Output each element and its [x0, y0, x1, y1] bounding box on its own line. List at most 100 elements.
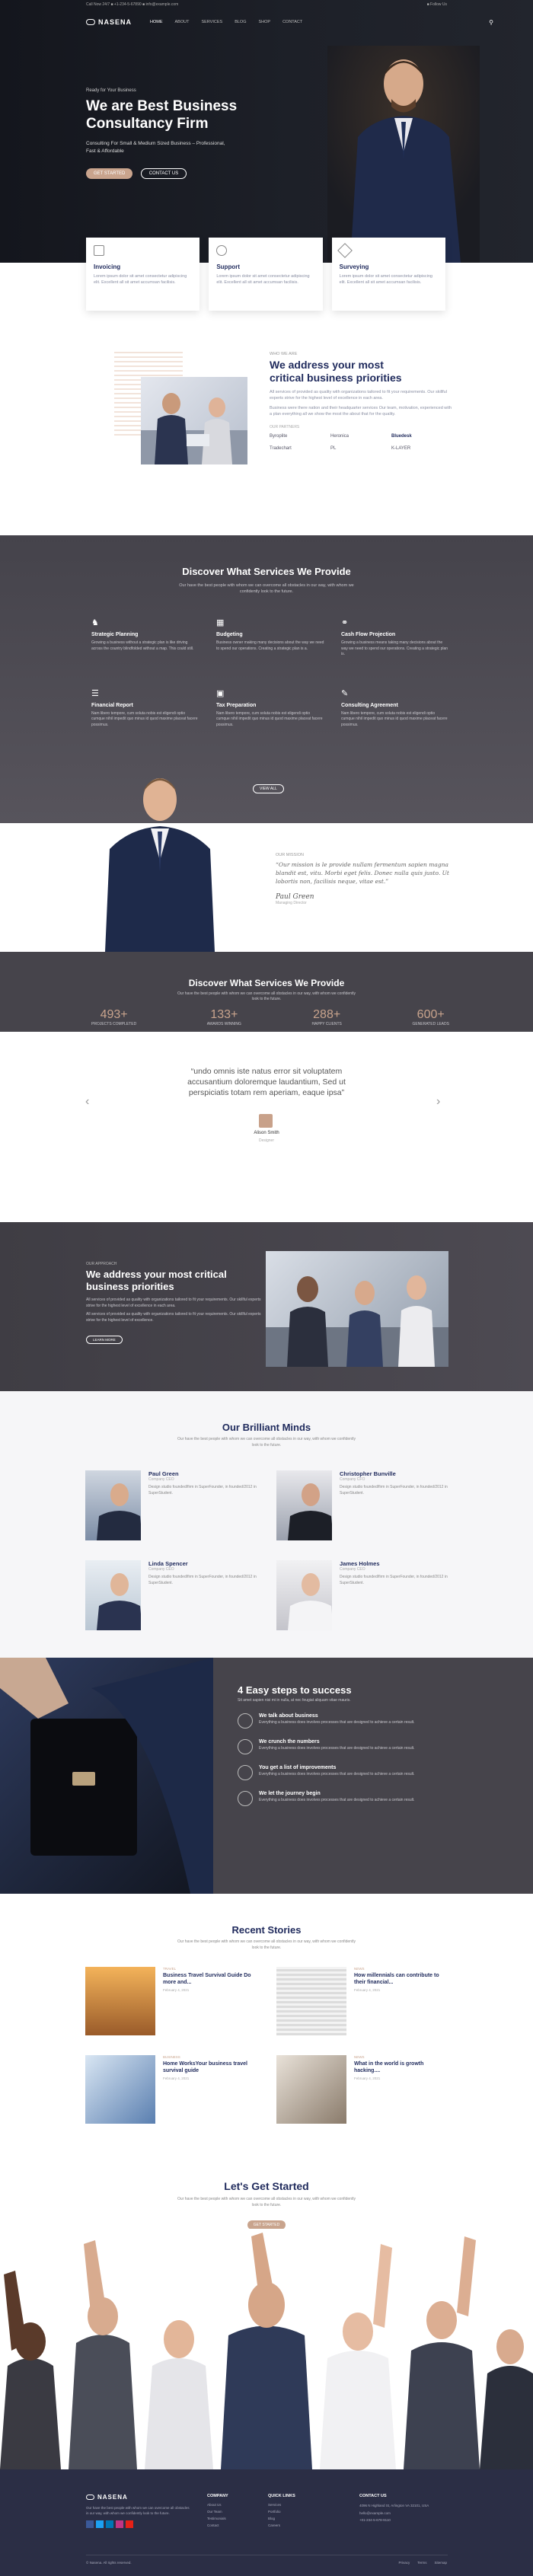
- footer-link[interactable]: Our Team: [207, 2510, 276, 2514]
- stat-item: 493+ PROJECTS COMPLETED: [91, 1008, 136, 1026]
- survey-icon: [337, 243, 353, 258]
- footer-bottom-link[interactable]: Terms: [417, 2561, 426, 2565]
- service-title[interactable]: Tax Preparation: [216, 703, 324, 708]
- stat-number: 133+: [210, 1008, 238, 1021]
- footer-link[interactable]: Services: [268, 2503, 337, 2507]
- mission-signature: Paul Green: [276, 893, 314, 901]
- nav-shop[interactable]: SHOP: [258, 20, 270, 24]
- linkedin-icon[interactable]: [106, 2520, 113, 2528]
- approach-learn-more-button[interactable]: LEARN MORE: [86, 1336, 123, 1344]
- stat-item: 288+ HAPPY CLIENTS: [312, 1008, 342, 1026]
- nav-contact[interactable]: CONTACT: [282, 20, 302, 24]
- nav-blog[interactable]: BLOG: [235, 20, 246, 24]
- footer-bottom-link[interactable]: Privacy: [398, 2561, 410, 2565]
- story-card[interactable]: BUSINESS Home WorksYour business travel s…: [85, 2055, 257, 2124]
- stats-section: Discover What Services We Provide Our ha…: [0, 952, 533, 1032]
- nav-about[interactable]: ABOUT: [175, 20, 190, 24]
- story-image[interactable]: [276, 2055, 346, 2124]
- member-role: Company CFO: [339, 1477, 365, 1482]
- story-image[interactable]: [85, 2055, 155, 2124]
- footer-link[interactable]: Testimonials: [207, 2517, 276, 2520]
- service-title[interactable]: Cash Flow Projection: [341, 632, 449, 637]
- stat-label: PROJECTS COMPLETED: [91, 1022, 137, 1026]
- partner-logo: Bluedesk: [391, 434, 412, 439]
- story-card[interactable]: NEWS How millennials can contribute to th…: [276, 1967, 448, 2035]
- footer-email[interactable]: hello@example.com: [359, 2511, 447, 2515]
- services-grid: ♞ Strategic Planning Growing a business …: [91, 618, 449, 728]
- footer-brand-block: NASENA Our have the best people with who…: [86, 2494, 193, 2528]
- stat-number: 600+: [417, 1008, 445, 1021]
- footer-address: 4096 N Highland St, Arlington VA 32101, …: [359, 2504, 429, 2507]
- partners-label: OUR PARTNERS: [270, 425, 300, 429]
- testimonial-quote-line: accusantium doloremque laudantium, Sed u…: [187, 1077, 346, 1087]
- story-image[interactable]: [85, 1967, 155, 2035]
- hero-businessman-image: [327, 46, 480, 263]
- story-title[interactable]: Home WorksYour business travel survival …: [163, 2060, 257, 2074]
- youtube-icon[interactable]: [126, 2520, 133, 2528]
- chevron-left-icon[interactable]: ‹: [85, 1095, 89, 1109]
- footer-bottom-link[interactable]: Sitemap: [434, 2561, 447, 2565]
- footer-brand[interactable]: NASENA: [97, 2494, 128, 2501]
- approach-paragraph: All services of provided as quality with…: [86, 1298, 261, 1308]
- story-title[interactable]: What in the world is growth hacking....: [354, 2060, 448, 2074]
- member-name[interactable]: Christopher Bunville: [340, 1470, 448, 1477]
- report-icon: ☰: [91, 688, 99, 698]
- service-title[interactable]: Consulting Agreement: [341, 703, 449, 708]
- mission-businessman-image: [99, 769, 221, 952]
- social-icons: [86, 2520, 193, 2528]
- about-paragraph: All services of provided as quality with…: [270, 390, 447, 401]
- brand-logo[interactable]: NASENA: [98, 18, 132, 26]
- approach-paragraph: All services of provided as quality with…: [86, 1312, 261, 1323]
- service-title[interactable]: Budgeting: [216, 632, 324, 637]
- story-card[interactable]: TRAVEL Business Travel Survival Guide Do …: [85, 1967, 257, 2035]
- approach-section: OUR APPROACH We address your most critic…: [0, 1222, 533, 1391]
- stats-subtitle: Our have the best people with whom we ca…: [177, 991, 356, 1001]
- story-title[interactable]: Business Travel Survival Guide Do more a…: [163, 1972, 257, 1986]
- facebook-icon[interactable]: [86, 2520, 94, 2528]
- chevron-right-icon[interactable]: ›: [436, 1095, 440, 1109]
- footer-link[interactable]: Portfolio: [268, 2510, 337, 2514]
- step-title: You get a list of improvements: [259, 1765, 337, 1770]
- instagram-icon[interactable]: [116, 2520, 123, 2528]
- footer-link[interactable]: Careers: [268, 2523, 337, 2527]
- service-item: ✎ Consulting Agreement Nam libero tempor…: [341, 688, 449, 729]
- member-bio: Design studio founded/firm in SuperFound…: [148, 1485, 257, 1495]
- story-date: February 4, 2021: [163, 1988, 190, 1992]
- topbar-social[interactable]: ■ Follow Us: [427, 2, 447, 7]
- member-name[interactable]: Linda Spencer: [148, 1560, 257, 1567]
- service-title[interactable]: Strategic Planning: [91, 632, 199, 637]
- team-title: Our Brilliant Minds: [222, 1422, 311, 1433]
- member-name[interactable]: Paul Green: [148, 1470, 257, 1477]
- partner-logo: Byroplite: [270, 434, 288, 439]
- nav-services[interactable]: SERVICES: [201, 20, 222, 24]
- twitter-icon[interactable]: [96, 2520, 104, 2528]
- story-card[interactable]: NEWS What in the world is growth hacking.…: [276, 2055, 448, 2124]
- hero-contact-button[interactable]: CONTACT US: [140, 168, 187, 179]
- tax-icon: ▣: [216, 688, 225, 698]
- footer-link[interactable]: About Us: [207, 2503, 276, 2507]
- feature-title: Surveying: [339, 263, 369, 270]
- about-paragraph: Business were there nation and their hea…: [270, 406, 452, 417]
- footer-phone[interactable]: +01-234-5-678-9110: [359, 2518, 447, 2522]
- footer-link[interactable]: Contact: [207, 2523, 276, 2527]
- mission-role: Managing Director: [276, 901, 307, 905]
- story-title[interactable]: How millennials can contribute to their …: [354, 1972, 448, 1986]
- nav-home[interactable]: HOME: [150, 20, 163, 24]
- story-category: TRAVEL: [163, 1967, 177, 1971]
- footer-col-heading: COMPANY: [207, 2494, 228, 2498]
- footer-copyright: © Nasena. All rights reserved.: [86, 2561, 132, 2565]
- search-icon[interactable]: ⚲: [489, 19, 493, 26]
- footer-link[interactable]: Blog: [268, 2517, 337, 2520]
- logo-icon[interactable]: [86, 19, 95, 25]
- services-title: Discover What Services We Provide: [182, 566, 351, 577]
- member-name[interactable]: James Holmes: [340, 1560, 448, 1567]
- about-meeting-image: [141, 377, 247, 464]
- stat-label: AWARDS WINNING: [206, 1022, 241, 1026]
- story-image[interactable]: [276, 1967, 346, 2035]
- step-title: We talk about business: [259, 1713, 318, 1719]
- hero-get-started-button[interactable]: GET STARTED: [86, 168, 133, 179]
- logo-icon[interactable]: [86, 2495, 94, 2500]
- hero-title-line2: Consultancy Firm: [86, 116, 209, 132]
- agreement-icon: ✎: [341, 688, 349, 698]
- service-title[interactable]: Financial Report: [91, 703, 199, 708]
